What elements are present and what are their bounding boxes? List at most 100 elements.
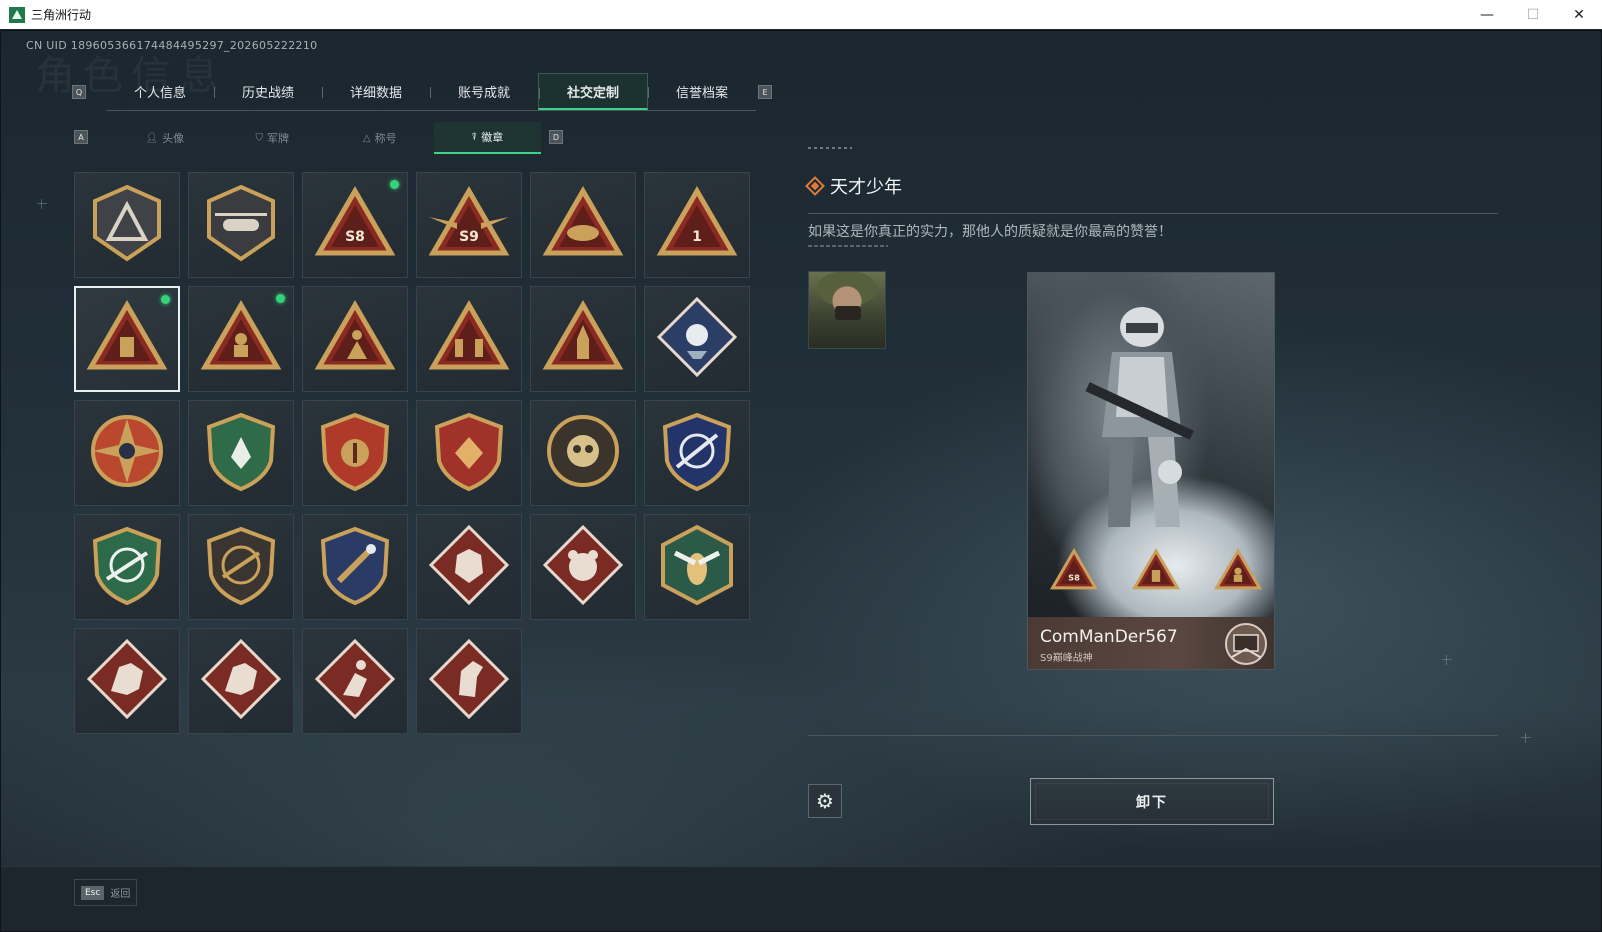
back-button[interactable]: Esc 返回 [74,879,138,906]
badge-slot[interactable] [74,172,180,278]
badge-slot[interactable] [530,286,636,392]
subtab-avatar-label: 头像 [162,132,185,145]
badge-slot[interactable] [74,400,180,506]
badge-slot[interactable] [530,400,636,506]
app-logo-icon [9,6,25,23]
tab-prev-key-hint[interactable]: Q [72,85,86,99]
badge-slot[interactable] [188,286,294,392]
player-card-preview: S8 ComManDer567 S9巅峰战神 [1027,272,1275,670]
badge-slot[interactable] [416,628,522,734]
s9-winged-triangle-badge-icon: S9 [427,181,511,269]
badge-grid: S8 S9 1 [74,172,754,734]
badge-slot[interactable] [416,286,522,392]
badge-slot[interactable] [644,514,750,620]
diamond-marker-icon [805,176,825,196]
player-rank: S9巅峰战神 [1040,653,1093,664]
badge-slot[interactable] [302,628,408,734]
tab-next-key-hint[interactable]: E [758,85,772,99]
subtab-badge-label: 徽章 [481,131,504,144]
badge-slot[interactable] [74,514,180,620]
soldier-triangle-badge-icon [199,295,283,383]
dragon-diamond-badge-icon [85,637,169,725]
card-soldier-triangle-badge-icon [1210,545,1266,595]
card-footer: ComManDer567 S9巅峰战神 [1028,617,1274,669]
subtab-dogtag[interactable]: ⛉ 军牌 [219,122,327,154]
tab-reputation[interactable]: 信誉档案 [648,73,756,110]
badge-slot[interactable] [530,514,636,620]
badge-slot[interactable] [188,628,294,734]
divider [808,735,1498,736]
tab-detailed-stats[interactable]: 详细数据 [322,73,430,110]
badge-slot[interactable] [74,628,180,734]
subtab-badge[interactable]: ⍒ 徽章 [433,122,541,154]
close-button[interactable]: ✕ [1556,0,1602,30]
divider [808,213,1498,214]
skull-round-badge-icon [541,409,625,497]
svg-text:S8: S8 [1068,573,1080,583]
subtab-title[interactable]: △ 称号 [326,122,434,154]
badge-slot[interactable] [188,172,294,278]
tab-social-customization[interactable]: 社交定制 [538,73,648,110]
badge-slot[interactable]: S8 [302,172,408,278]
badge-slot[interactable] [188,400,294,506]
subtab-dogtag-label: 军牌 [267,132,289,145]
maximize-button[interactable]: ☐ [1510,0,1556,30]
equipped-indicator-icon [276,294,285,303]
rifle-round-shield-badge-icon [199,523,283,611]
bear-diamond-badge-icon [541,523,625,611]
badge-title: 天才少年 [830,177,902,198]
gold-laurel-shield-badge-icon [313,409,397,497]
tab-achievements[interactable]: 账号成就 [430,73,538,110]
red-gem-shield-badge-icon [427,409,511,497]
card-usb-triangle-badge-icon [1128,545,1184,595]
badge-slot[interactable]: S9 [416,172,522,278]
unequip-button[interactable]: 卸下 [1030,778,1274,825]
decor-crosshair [37,199,47,209]
badge-slot[interactable] [416,400,522,506]
badge-slot[interactable] [302,514,408,620]
compass-star-badge-icon [85,409,169,497]
subtab-avatar[interactable]: 👤︎ 头像 [111,122,219,154]
wasp-hexagon-badge-icon [655,523,739,611]
main-tabs: 个人信息 历史战绩 详细数据 账号成就 社交定制 信誉档案 [106,73,756,111]
badge-description: 如果这是你真正的实力，那他人的质疑就是你最高的赞誉！ [808,224,1172,240]
equipped-indicator-icon [161,295,170,304]
subtab-next-key-hint[interactable]: D [549,130,563,144]
settings-button[interactable]: ⚙ [808,784,842,818]
badge-slot[interactable] [644,400,750,506]
wings-triangle-badge-icon [541,181,625,269]
tab-personal-info[interactable]: 个人信息 [106,73,214,110]
person-icon: 👤︎ [145,132,159,144]
card-equipped-badges: S8 [1046,545,1266,595]
usb-triangle-badge-icon [85,295,169,383]
rocket-triangle-badge-icon [541,295,625,383]
badge-title-row: 天才少年 [805,173,902,199]
esc-key-hint: Esc [81,885,105,900]
decor-crosshair [1521,733,1531,743]
badge-slot[interactable] [530,172,636,278]
blue-sniper-shield-badge-icon [655,409,739,497]
svg-text:1: 1 [692,229,702,245]
badge-slot[interactable]: 1 [644,172,750,278]
s8-triangle-badge-icon: S8 [313,181,397,269]
subtab-prev-key-hint[interactable]: A [74,130,88,144]
kneeling-figure-triangle-badge-icon [313,295,397,383]
gear-icon: ⚙ [816,789,834,813]
tab-match-history[interactable]: 历史战绩 [214,73,322,110]
horse-diamond-badge-icon [427,637,511,725]
minimize-button[interactable]: — [1464,0,1510,30]
player-avatar [808,271,886,349]
player-uid: CN UID 18960536617448449529​7_2026052222… [26,39,318,52]
badge-slot[interactable] [644,286,750,392]
helicopter-shield-badge-icon [199,181,283,269]
svg-text:S9: S9 [459,229,479,245]
badge-slot[interactable] [302,286,408,392]
badge-slot[interactable] [188,514,294,620]
window-title: 三角洲行动 [31,8,92,22]
soldier-illustration [1085,307,1194,527]
badge-slot[interactable] [74,286,180,392]
player-name: ComManDer567 [1040,627,1178,647]
badge-slot[interactable] [302,400,408,506]
wolf-diamond-badge-icon [427,523,511,611]
badge-slot[interactable] [416,514,522,620]
